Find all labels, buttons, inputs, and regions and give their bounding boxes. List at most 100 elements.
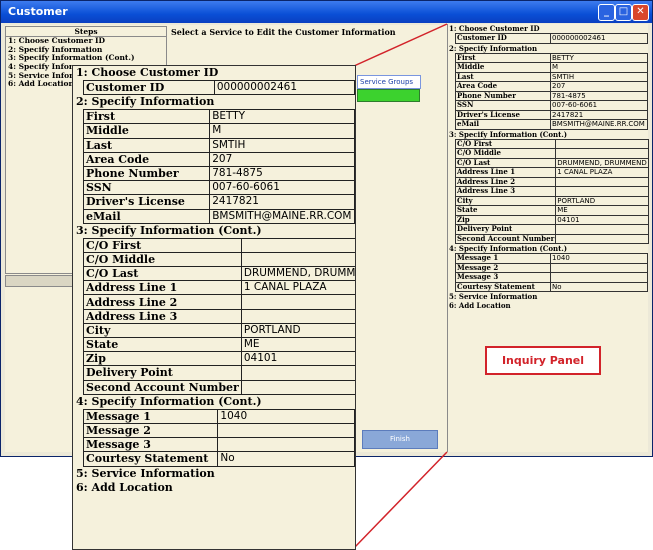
service-prompt: Select a Service to Edit the Customer In… <box>171 27 396 37</box>
zoom-field-label: Message 2 <box>82 422 219 439</box>
inquiry-field-row: Courtesy Statement No <box>455 281 648 292</box>
finish-button[interactable]: Finish <box>362 430 438 449</box>
inquiry-field-table: First BETTY Middle M Last SMTIH Area Code 207 Ph… <box>455 52 648 130</box>
zoom-field-row: Driver's License 2417821 <box>82 194 355 210</box>
inquiry-field-label: Address Line 3 <box>454 186 557 197</box>
zoom-field-label: Driver's License <box>82 194 211 210</box>
inquiry-field-value[interactable] <box>550 262 648 273</box>
zoom-field-value[interactable] <box>240 294 355 310</box>
zoom-field-value[interactable]: SMTIH <box>209 137 355 153</box>
zoom-field-value[interactable]: 000000002461 <box>213 79 355 96</box>
inquiry-field-label: C/O Middle <box>454 148 557 159</box>
inquiry-field-value[interactable]: No <box>550 281 648 292</box>
inquiry-field-row: Last SMTIH <box>455 71 648 82</box>
inquiry-field-label: Delivery Point <box>454 224 557 235</box>
zoom-field-label: Zip <box>83 351 242 367</box>
inquiry-field-value[interactable]: 207 <box>550 81 648 92</box>
zoom-section-title: 5: Service Information <box>76 466 215 480</box>
inquiry-field-value[interactable] <box>555 224 649 235</box>
inquiry-field-value[interactable]: PORTLAND <box>555 195 649 206</box>
inquiry-field-value[interactable] <box>550 272 648 283</box>
inquiry-field-row: SSN 007-60-6061 <box>455 100 648 111</box>
title-bar[interactable]: Customer _ □ ✕ <box>1 1 652 23</box>
zoom-field-label: State <box>83 336 242 353</box>
step-item[interactable]: 3: Specify Information (Cont.) <box>6 54 166 63</box>
zoom-field-value[interactable] <box>240 308 355 324</box>
inquiry-field-value[interactable] <box>555 186 649 197</box>
inquiry-field-table: Customer ID 000000002461 <box>455 33 648 44</box>
zoom-field-value[interactable]: 04101 <box>240 351 355 367</box>
zoom-field-value[interactable]: 781-4875 <box>209 165 355 182</box>
inquiry-field-value[interactable]: 007-60-6061 <box>550 100 648 111</box>
zoom-field-value[interactable] <box>217 422 355 439</box>
close-button[interactable]: ✕ <box>632 4 649 21</box>
inquiry-field-value[interactable]: 1040 <box>550 253 648 264</box>
zoom-field-value[interactable]: 007-60-6061 <box>209 180 355 196</box>
inquiry-field-value[interactable]: 2417821 <box>550 109 648 120</box>
inquiry-field-value[interactable]: 1 CANAL PLAZA <box>555 167 649 178</box>
maximize-button[interactable]: □ <box>615 4 632 21</box>
zoom-field-value[interactable]: DRUMMEND, DRUMMEND <box>240 266 355 282</box>
step-item[interactable]: 1: Choose Customer ID <box>6 37 166 46</box>
zoom-field-row: Last SMTIH <box>82 137 355 153</box>
inquiry-field-value[interactable]: BETTY <box>550 52 648 63</box>
zoom-field-table: C/O First C/O Middle C/O Last DRUMMEND, DRU… <box>83 237 355 395</box>
zoom-line-bottom <box>353 451 448 549</box>
inquiry-field-label: Last <box>455 71 551 82</box>
inquiry-field-value[interactable] <box>555 233 649 244</box>
inquiry-field-value[interactable]: DRUMMEND, DRUMMEND <box>555 157 649 168</box>
zoom-field-value[interactable] <box>240 237 355 253</box>
zoom-field-row: Customer ID 000000002461 <box>83 79 355 96</box>
zoom-field-value[interactable]: 1 CANAL PLAZA <box>240 280 355 296</box>
zoom-field-row: Message 1 1040 <box>82 408 355 424</box>
zoom-field-value[interactable]: BETTY <box>209 109 355 125</box>
zoom-field-row: Middle M <box>82 123 355 139</box>
zoom-field-label: Address Line 3 <box>83 308 242 324</box>
inquiry-field-label: Phone Number <box>455 90 551 101</box>
zoom-field-value[interactable]: 1040 <box>217 408 355 424</box>
zoom-field-label: Message 3 <box>82 437 219 453</box>
zoom-field-label: Middle <box>82 123 211 139</box>
inquiry-field-row: Address Line 2 <box>454 176 649 187</box>
inquiry-field-label: Driver's License <box>455 109 551 120</box>
inquiry-field-value[interactable]: SMTIH <box>550 71 648 82</box>
zoom-field-value[interactable]: PORTLAND <box>240 322 355 339</box>
inquiry-field-row: Message 3 <box>455 272 648 283</box>
zoom-field-label: C/O Middle <box>83 251 242 268</box>
zoom-field-label: Courtesy Statement <box>82 451 219 467</box>
inquiry-field-value[interactable]: 000000002461 <box>550 33 648 44</box>
inquiry-field-value[interactable] <box>555 138 649 149</box>
step-item[interactable]: 2: Specify Information <box>6 46 166 55</box>
inquiry-field-row: C/O First <box>454 138 649 149</box>
inquiry-field-value[interactable]: M <box>550 62 648 73</box>
zoom-field-value[interactable] <box>240 379 355 395</box>
zoom-field-value[interactable]: No <box>217 451 355 467</box>
inquiry-field-label: Address Line 2 <box>454 176 557 187</box>
inquiry-field-value[interactable]: 04101 <box>555 214 649 225</box>
zoom-field-label: Customer ID <box>83 79 215 96</box>
inquiry-field-value[interactable] <box>555 148 649 159</box>
zoom-field-value[interactable]: ME <box>240 336 355 353</box>
inquiry-field-label: C/O First <box>454 138 557 149</box>
minimize-button[interactable]: _ <box>598 4 615 21</box>
zoom-field-value[interactable] <box>240 365 355 381</box>
inquiry-field-row: City PORTLAND <box>454 195 649 206</box>
zoom-field-value[interactable]: BMSMITH@MAINE.RR.COM <box>209 208 355 224</box>
zoom-field-value[interactable]: 2417821 <box>209 194 355 210</box>
zoom-field-table: Message 1 1040 Message 2 Message 3 Courtesy … <box>82 408 355 467</box>
service-groups-tab[interactable]: Service Groups <box>357 75 421 89</box>
zoom-field-label: Address Line 2 <box>83 294 242 310</box>
inquiry-field-value[interactable] <box>555 176 649 187</box>
inquiry-field-label: Zip <box>454 214 557 225</box>
zoom-field-value[interactable]: M <box>209 123 355 139</box>
zoom-field-row: Address Line 2 <box>83 294 355 310</box>
inquiry-field-value[interactable]: 781-4875 <box>550 90 648 101</box>
zoom-field-value[interactable] <box>240 251 355 268</box>
inquiry-field-value[interactable]: ME <box>555 205 649 216</box>
zoom-field-label: Message 1 <box>82 408 219 424</box>
zoom-field-label: C/O Last <box>83 266 242 282</box>
zoom-field-row: Address Line 3 <box>83 308 355 324</box>
zoom-field-value[interactable]: 207 <box>209 151 355 167</box>
inquiry-field-value[interactable]: BMSMITH@MAINE.RR.COM <box>550 119 648 130</box>
zoom-field-value[interactable] <box>217 437 355 453</box>
